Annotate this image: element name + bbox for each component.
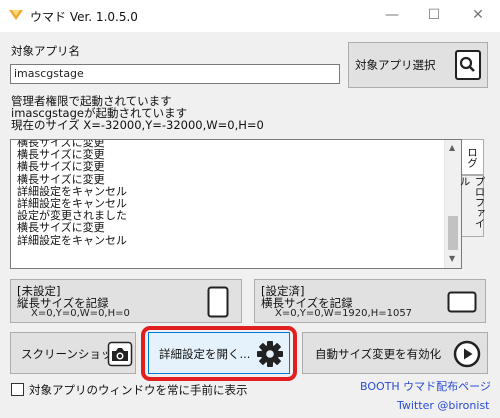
portrait-coords: X=0,Y=0,W=0,H=0 xyxy=(31,308,130,319)
landscape-coords: X=0,Y=0,W=1920,H=1057 xyxy=(275,308,413,319)
booth-link[interactable]: BOOTH ウマド配布ページ xyxy=(360,378,491,394)
scroll-thumb[interactable] xyxy=(448,216,458,250)
record-landscape-button[interactable]: [設定済] 横長サイズを記録 X=0,Y=0,W=1920,H=1057 xyxy=(254,279,486,323)
log-lines: 横長サイズに変更 横長サイズに変更 横長サイズに変更 横長サイズに変更 詳細設定… xyxy=(17,140,127,247)
auto-resize-button[interactable]: 自動サイズ変更を有効化 xyxy=(302,332,488,374)
target-app-field[interactable]: imascgstage xyxy=(10,64,340,84)
window-title: ウマド Ver. 1.0.5.0 xyxy=(30,10,138,24)
twitter-link[interactable]: Twitter @bironist xyxy=(397,399,490,412)
scroll-up-icon[interactable]: ▲ xyxy=(449,143,455,152)
maximize-button[interactable]: ☐ xyxy=(420,4,448,26)
play-icon xyxy=(453,340,481,368)
close-button[interactable]: ✕ xyxy=(464,4,492,26)
select-target-label: 対象アプリ選択 xyxy=(355,58,436,72)
log-textbox[interactable]: 横長サイズに変更 横長サイズに変更 横長サイズに変更 横長サイズに変更 詳細設定… xyxy=(10,139,462,269)
status-size: 現在のサイズ X=-32000,Y=-32000,W=0,H=0 xyxy=(11,118,264,132)
scroll-down-icon[interactable]: ▼ xyxy=(449,254,455,263)
camera-icon xyxy=(107,341,133,367)
log-line: 横長サイズに変更 xyxy=(17,160,105,174)
select-target-button[interactable]: 対象アプリ選択 xyxy=(348,42,488,88)
tab-profile[interactable]: プロファイル xyxy=(459,175,486,237)
phone-landscape-icon xyxy=(447,291,477,313)
log-line: 横長サイズに変更 xyxy=(17,221,105,235)
minimize-button[interactable]: — xyxy=(378,4,406,26)
tab-log[interactable]: ログ xyxy=(462,139,484,175)
log-line: 横長サイズに変更 xyxy=(17,172,105,186)
record-portrait-button[interactable]: [未設定] 縦長サイズを記録 X=0,Y=0,W=0,H=0 xyxy=(10,279,242,323)
screenshot-button[interactable]: スクリーンショット xyxy=(10,332,136,374)
gear-icon xyxy=(257,341,283,367)
magnifier-icon xyxy=(455,50,481,80)
log-line: 詳細設定をキャンセル xyxy=(17,233,127,247)
always-on-top-checkbox[interactable] xyxy=(11,383,24,396)
advanced-settings-label: 詳細設定を開く... xyxy=(159,347,251,361)
advanced-settings-button[interactable]: 詳細設定を開く... xyxy=(148,332,290,374)
always-on-top-label[interactable]: 対象アプリのウィンドウを常に手前に表示 xyxy=(29,382,248,398)
app-icon xyxy=(9,10,23,20)
auto-resize-label: 自動サイズ変更を有効化 xyxy=(315,347,442,361)
phone-portrait-icon xyxy=(207,286,229,318)
target-app-label: 対象アプリ名 xyxy=(11,44,80,58)
